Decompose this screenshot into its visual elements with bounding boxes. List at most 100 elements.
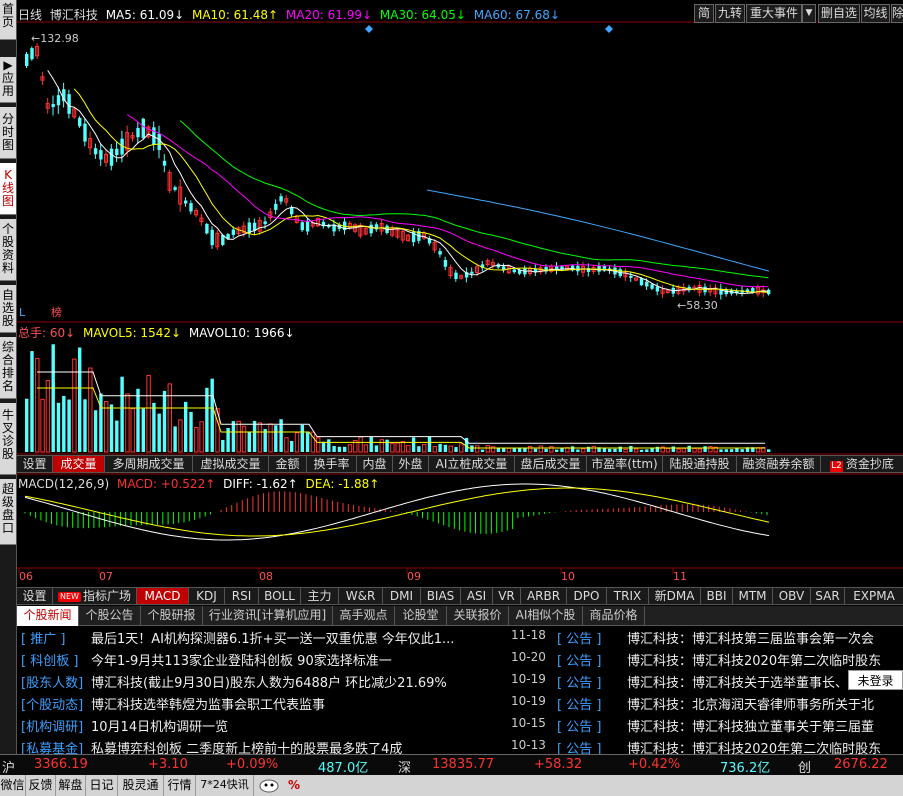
tab-mtm[interactable]: MTM xyxy=(733,588,773,604)
news-title[interactable]: 私募博弈科创板 二季度新上榜前十的股票最多跌了4成 xyxy=(91,738,511,754)
news-category[interactable]: [私募基金] xyxy=(21,738,83,754)
tab-outer[interactable]: 外盘 xyxy=(393,456,429,472)
tab-northbound-holding[interactable]: 陆股通持股 xyxy=(663,456,737,472)
news-tab-stock-news[interactable]: 个股新闻 xyxy=(17,606,79,626)
left-tab-kline[interactable]: K线图 xyxy=(0,163,16,215)
news-category[interactable]: [股东人数] xyxy=(21,672,83,691)
left-tab-diagnosis[interactable]: 牛叉诊股 xyxy=(0,403,16,475)
notice-tag: [ 公告 ] xyxy=(557,676,602,691)
news-tab-expert-views[interactable]: 高手观点 xyxy=(333,606,395,626)
tab-amount[interactable]: 金额 xyxy=(269,456,307,472)
left-tab-apps[interactable]: ▶应用 xyxy=(0,57,16,103)
left-tab-super-panel[interactable]: 超级盘口 xyxy=(0,479,16,545)
tab-wr[interactable]: W&R xyxy=(339,588,383,604)
news-category[interactable]: [ 科创板 ] xyxy=(21,650,78,669)
news-title[interactable]: 今年1-9月共113家企业登陆科创板 90家选择标准一 xyxy=(91,650,511,669)
tab-expma[interactable]: EXPMA xyxy=(845,588,903,604)
tab-vr[interactable]: VR xyxy=(493,588,521,604)
events-dropdown-icon[interactable]: ▼ xyxy=(802,4,816,23)
sh-amount: 487.0亿 xyxy=(318,761,369,776)
news-row[interactable]: [股东人数] 博汇科技(截止9月30日)股东人数为6488户 环比减少21.69… xyxy=(17,672,903,694)
nine-turn-button[interactable]: 九转 xyxy=(715,4,745,23)
tab-arbr[interactable]: ARBR xyxy=(521,588,567,604)
delete-watchlist-button[interactable]: 删自选 xyxy=(818,4,860,23)
tab-margin-balance[interactable]: 融资融券余额 xyxy=(737,456,821,472)
notice-title[interactable]: 博汇科技：北京海润天睿律师事务所关于北 xyxy=(627,694,874,713)
tab-settings[interactable]: 设置 xyxy=(17,456,53,472)
feedback-button[interactable]: 反馈 xyxy=(26,775,56,796)
news-title[interactable]: 博汇科技(截止9月30日)股东人数为6488户 环比减少21.69% xyxy=(91,672,511,691)
news-title[interactable]: 10月14日机构调研一览 xyxy=(91,716,511,735)
left-tab-timeshare[interactable]: 分时图 xyxy=(0,107,16,159)
tab-volume[interactable]: 成交量 xyxy=(53,456,105,472)
news-category[interactable]: [ 推广 ] xyxy=(21,628,65,647)
exright-button[interactable]: 除 xyxy=(891,4,903,23)
tab-macd[interactable]: MACD xyxy=(137,588,189,604)
volume-bar xyxy=(109,404,114,452)
notice-title[interactable]: 博汇科技：博汇科技2020年第二次临时股东 xyxy=(627,738,881,754)
kline-bang-marker[interactable]: 榜 xyxy=(51,305,62,319)
tab-rsi[interactable]: RSI xyxy=(225,588,259,604)
news-tab-reports[interactable]: 个股研报 xyxy=(141,606,203,626)
tab-after-hours-volume[interactable]: 盘后成交量 xyxy=(515,456,587,472)
flash-news-button[interactable]: 7*24快讯 xyxy=(196,775,254,796)
tab-main-force[interactable]: 主力 xyxy=(301,588,339,604)
tab-dpo[interactable]: DPO xyxy=(567,588,607,604)
news-row[interactable]: [私募基金] 私募博弈科创板 二季度新上榜前十的股票最多跌了4成 10-13 [… xyxy=(17,738,903,754)
stock-genie-button[interactable]: 股灵通 xyxy=(118,775,164,796)
tab-new-dma[interactable]: 新DMA xyxy=(649,588,701,604)
percent-button[interactable]: % xyxy=(284,775,304,796)
news-tab-industry[interactable]: 行业资讯[计算机应用] xyxy=(203,606,333,626)
simple-button[interactable]: 简 xyxy=(694,4,714,23)
tab-asi[interactable]: ASI xyxy=(461,588,493,604)
analysis-button[interactable]: 解盘 xyxy=(56,775,86,796)
news-row[interactable]: [个股动态] 博汇科技选举韩煜为监事会职工代表监事 10-19 [ 公告 ] 博… xyxy=(17,694,903,716)
tab-ai-volume[interactable]: AI立桩成交量 xyxy=(429,456,515,472)
tab-inner[interactable]: 内盘 xyxy=(357,456,393,472)
tab-kdj[interactable]: KDJ xyxy=(189,588,225,604)
quotes-button[interactable]: 行情 xyxy=(164,775,196,796)
volume-bar xyxy=(136,388,140,452)
wechat-button[interactable]: 微信 xyxy=(0,775,26,796)
news-title[interactable]: 博汇科技选举韩煜为监事会职工代表监事 xyxy=(91,694,511,713)
left-tab-home[interactable]: 首页 xyxy=(0,0,16,40)
notice-title[interactable]: 博汇科技：博汇科技关于选举董事长、 xyxy=(627,672,848,691)
tab-bbi[interactable]: BBI xyxy=(701,588,733,604)
tab-bias[interactable]: BIAS xyxy=(421,588,461,604)
notice-title[interactable]: 博汇科技：博汇科技独立董事关于第三届董 xyxy=(627,716,874,735)
mascot-icon[interactable] xyxy=(254,775,284,796)
tab-multi-period-volume[interactable]: 多周期成交量 xyxy=(105,456,193,472)
left-tab-watchlist[interactable]: 自选股 xyxy=(0,285,16,333)
tab-capital-bottom[interactable]: L2 资金抄底 xyxy=(821,456,903,472)
tab-turnover[interactable]: 换手率 xyxy=(307,456,357,472)
login-tooltip[interactable]: 未登录 xyxy=(848,670,903,690)
tab-dmi[interactable]: DMI xyxy=(383,588,421,604)
tab-indicator-settings[interactable]: 设置 xyxy=(17,588,53,604)
tab-obv[interactable]: OBV xyxy=(773,588,811,604)
major-events-button[interactable]: 重大事件 xyxy=(746,4,802,23)
tab-boll[interactable]: BOLL xyxy=(259,588,301,604)
news-row[interactable]: [ 推广 ] 最后1天！AI机构探测器6.1折+买一送一双重优惠 今年仅此1..… xyxy=(17,628,903,650)
tab-virtual-volume[interactable]: 虚拟成交量 xyxy=(193,456,269,472)
tab-pe-ttm[interactable]: 市盈率(ttm) xyxy=(587,456,663,472)
news-category[interactable]: [机构调研] xyxy=(21,716,83,735)
news-tab-related-quotes[interactable]: 关联报价 xyxy=(447,606,509,626)
tab-trix[interactable]: TRIX xyxy=(607,588,649,604)
news-category[interactable]: [个股动态] xyxy=(21,694,83,713)
left-tab-ranking[interactable]: 综合排名 xyxy=(0,337,16,399)
news-tab-commodity[interactable]: 商品价格 xyxy=(583,606,645,626)
chart-area[interactable]: ←132.98 ←58.30 L 榜 xyxy=(17,0,903,590)
tab-indicator-square[interactable]: NEW 指标广场 xyxy=(53,588,137,604)
notice-title[interactable]: 博汇科技：博汇科技2020年第二次临时股东 xyxy=(627,650,881,669)
ma-lines-button[interactable]: 均线 xyxy=(861,4,890,23)
news-tab-forum[interactable]: 论股堂 xyxy=(395,606,447,626)
news-tab-announcements[interactable]: 个股公告 xyxy=(79,606,141,626)
left-tab-stock-profile[interactable]: 个股资料 xyxy=(0,219,16,281)
news-row[interactable]: [机构调研] 10月14日机构调研一览 10-15 [ 公告 ] 博汇科技：博汇… xyxy=(17,716,903,738)
diary-button[interactable]: 日记 xyxy=(86,775,118,796)
news-tab-ai-similar[interactable]: AI相似个股 xyxy=(509,606,583,626)
tab-sar[interactable]: SAR xyxy=(811,588,845,604)
news-title[interactable]: 最后1天！AI机构探测器6.1折+买一送一双重优惠 今年仅此1... xyxy=(91,628,511,647)
notice-title[interactable]: 博汇科技：博汇科技第三届监事会第一次会 xyxy=(627,628,874,647)
news-row[interactable]: [ 科创板 ] 今年1-9月共113家企业登陆科创板 90家选择标准一 10-2… xyxy=(17,650,903,672)
